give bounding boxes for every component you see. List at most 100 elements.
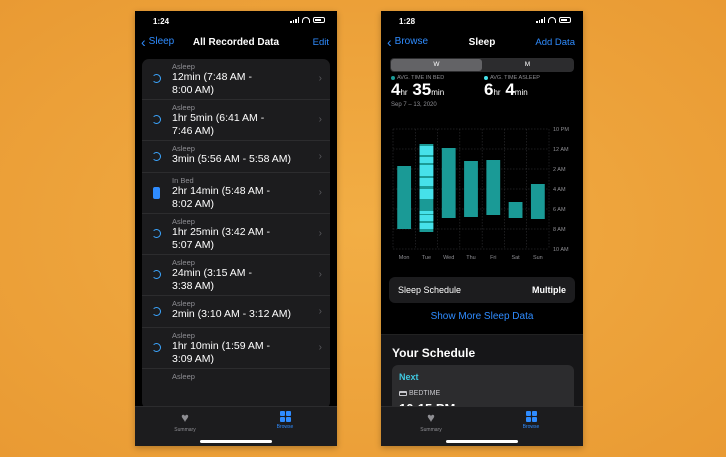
list-item[interactable]: Asleep 1hr 25min (3:42 AM - 5:07 AM) › xyxy=(142,214,330,255)
in-bed-bar xyxy=(464,161,478,217)
y-tick-label: 12 AM xyxy=(553,147,569,153)
sleep-moon-icon xyxy=(152,270,161,279)
y-tick-label: 2 AM xyxy=(553,167,566,173)
row-type: Asleep xyxy=(172,62,195,71)
status-icons xyxy=(290,17,325,23)
avg-time-in-bed: AVG. TIME IN BED 4hr 35min Sep 7 – 13, 2… xyxy=(391,75,444,108)
nav-bar: ‹ Sleep All Recorded Data Edit xyxy=(135,33,337,55)
chevron-right-icon: › xyxy=(318,187,322,198)
signal-icon xyxy=(536,17,545,23)
home-indicator[interactable] xyxy=(200,440,272,443)
row-type: Asleep xyxy=(172,258,195,267)
asleep-bar xyxy=(419,178,434,186)
back-button[interactable]: ‹ Browse xyxy=(387,35,428,49)
next-label: Next xyxy=(399,372,419,382)
row-value: 1hr 10min (1:59 AM - xyxy=(172,340,271,352)
row-value: 8:00 AM) xyxy=(172,84,215,96)
x-tick-label: Wed xyxy=(443,255,454,261)
row-type: In Bed xyxy=(172,176,194,185)
grid-icon xyxy=(279,411,291,422)
list-item[interactable]: Asleep xyxy=(142,369,330,409)
nav-bar: ‹ Browse Sleep Add Data xyxy=(381,33,583,55)
sleep-moon-icon xyxy=(152,115,161,124)
hours-unit: hr xyxy=(400,88,408,97)
status-time: 1:24 xyxy=(153,17,170,26)
row-value: 24min (3:15 AM - xyxy=(172,267,252,279)
x-tick-label: Sun xyxy=(533,255,543,261)
list-item[interactable]: Asleep 1hr 5min (6:41 AM - 7:46 AM) › xyxy=(142,100,330,141)
x-tick-label: Tue xyxy=(422,255,431,261)
segment-month[interactable]: M xyxy=(482,59,573,71)
minutes: 4 xyxy=(505,80,515,99)
back-button[interactable]: ‹ Sleep xyxy=(141,35,174,49)
list-item[interactable]: In Bed 2hr 14min (5:48 AM - 8:02 AM) › xyxy=(142,173,330,214)
row-type: Asleep xyxy=(172,217,195,226)
grid-icon xyxy=(525,411,537,422)
range-segmented-control: W M xyxy=(390,58,574,72)
show-more-sleep-data-link[interactable]: Show More Sleep Data xyxy=(381,311,583,322)
bedtime-label-text: BEDTIME xyxy=(409,390,441,397)
minutes: 35 xyxy=(412,80,432,99)
minutes-unit: min xyxy=(514,88,528,97)
tab-label: Browse xyxy=(522,424,540,430)
left-phone-screen: 1:24 ‹ Sleep All Recorded Data Edit Asle… xyxy=(135,11,337,446)
row-value: 12min (7:48 AM - xyxy=(172,71,252,83)
tab-summary[interactable]: ♥ Summary xyxy=(401,411,461,434)
add-data-button[interactable]: Add Data xyxy=(535,37,575,48)
status-icons xyxy=(536,17,571,23)
chevron-right-icon: › xyxy=(318,228,322,239)
x-tick-label: Mon xyxy=(399,255,410,261)
row-type: Asleep xyxy=(172,372,195,381)
asleep-bar xyxy=(419,165,434,176)
row-value: 5:07 AM) xyxy=(172,239,215,251)
y-tick-label: 10 AM xyxy=(553,247,569,253)
battery-icon xyxy=(559,17,571,23)
tab-bar: ♥ Summary Browse xyxy=(381,406,583,446)
list-item[interactable]: Asleep 12min (7:48 AM - 8:00 AM) › xyxy=(142,59,330,100)
bedtime-label: BEDTIME xyxy=(399,390,440,397)
row-value: 3:38 AM) xyxy=(172,280,215,292)
list-item[interactable]: Asleep 2min (3:10 AM - 3:12 AM) › xyxy=(142,296,330,328)
sleep-chart[interactable]: 10 PM 12 AM 2 AM 4 AM 6 AM 8 AM 10 AM Mon Tue Wed… xyxy=(389,119,577,269)
bed-icon xyxy=(399,391,407,396)
right-phone-screen: 1:28 ‹ Browse Sleep Add Data W M AVG. TI… xyxy=(381,11,583,446)
row-value: 1hr 5min (6:41 AM - xyxy=(172,112,265,124)
list-item[interactable]: Asleep 3min (5:56 AM - 5:58 AM) › xyxy=(142,141,330,173)
x-tick-label: Sat xyxy=(511,255,520,261)
in-bed-bar xyxy=(486,160,501,215)
list-item[interactable]: Asleep 24min (3:15 AM - 3:38 AM) › xyxy=(142,255,330,296)
chevron-right-icon: › xyxy=(318,305,322,317)
row-value: 7:46 AM) xyxy=(172,125,215,137)
asleep-bar xyxy=(419,211,434,214)
edit-button[interactable]: Edit xyxy=(313,37,329,48)
sleep-schedule-row[interactable]: Sleep Schedule Multiple xyxy=(389,277,575,303)
y-tick-label: 10 PM xyxy=(553,127,569,133)
chevron-right-icon: › xyxy=(318,342,322,353)
status-time: 1:28 xyxy=(399,17,416,26)
row-value: 8:02 AM) xyxy=(172,198,215,210)
status-bar: 1:24 xyxy=(135,11,337,31)
tab-summary[interactable]: ♥ Summary xyxy=(155,411,215,434)
tab-browse[interactable]: Browse xyxy=(501,411,561,430)
section-title: Your Schedule xyxy=(392,346,476,360)
chevron-right-icon: › xyxy=(318,73,322,84)
x-tick-label: Fri xyxy=(490,255,496,261)
y-tick-label: 4 AM xyxy=(553,187,566,193)
in-bed-bar xyxy=(397,166,412,229)
sleep-moon-icon xyxy=(152,306,161,316)
segment-week[interactable]: W xyxy=(391,59,482,71)
sleep-schedule-label: Sleep Schedule xyxy=(398,285,462,295)
row-value: 1hr 25min (3:42 AM - xyxy=(172,226,271,238)
row-type: Asleep xyxy=(172,299,195,308)
minutes-unit: min xyxy=(431,88,445,97)
row-type: Asleep xyxy=(172,103,195,112)
tab-browse[interactable]: Browse xyxy=(255,411,315,430)
row-value: 3:09 AM) xyxy=(172,353,215,365)
sleep-schedule-value: Multiple xyxy=(532,285,566,295)
row-type: Asleep xyxy=(172,331,195,340)
chevron-right-icon: › xyxy=(318,150,322,162)
list-item[interactable]: Asleep 1hr 10min (1:59 AM - 3:09 AM) › xyxy=(142,328,330,369)
stat-value: 4hr 35min xyxy=(391,81,444,102)
home-indicator[interactable] xyxy=(446,440,518,443)
in-bed-bar xyxy=(508,202,523,218)
